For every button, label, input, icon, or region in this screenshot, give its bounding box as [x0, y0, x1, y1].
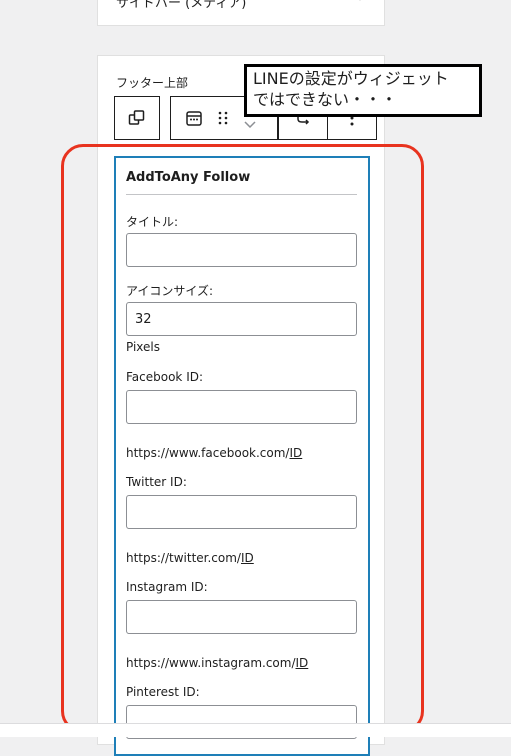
sidebar-media-panel[interactable]: サイドバー (メディア) [97, 0, 385, 26]
copy-blocks-icon [128, 109, 146, 127]
footer-region-label: フッター上部 [116, 76, 189, 90]
callout-line-2: ではできない・・・ [253, 90, 398, 109]
copy-blocks-button[interactable] [114, 96, 160, 140]
sidebar-media-title: サイドバー (メディア) [116, 0, 247, 11]
chevron-down-icon[interactable] [243, 120, 257, 130]
calendar-icon [185, 109, 203, 127]
red-highlight-annotation [61, 144, 424, 733]
chevron-down-icon[interactable] [354, 0, 364, 2]
callout-line-1: LINEの設定がウィジェット [253, 69, 449, 88]
drag-handle-icon[interactable] [217, 110, 229, 126]
annotation-callout: LINEの設定がウィジェット ではできない・・・ [244, 64, 482, 117]
bottom-bar [0, 723, 511, 737]
